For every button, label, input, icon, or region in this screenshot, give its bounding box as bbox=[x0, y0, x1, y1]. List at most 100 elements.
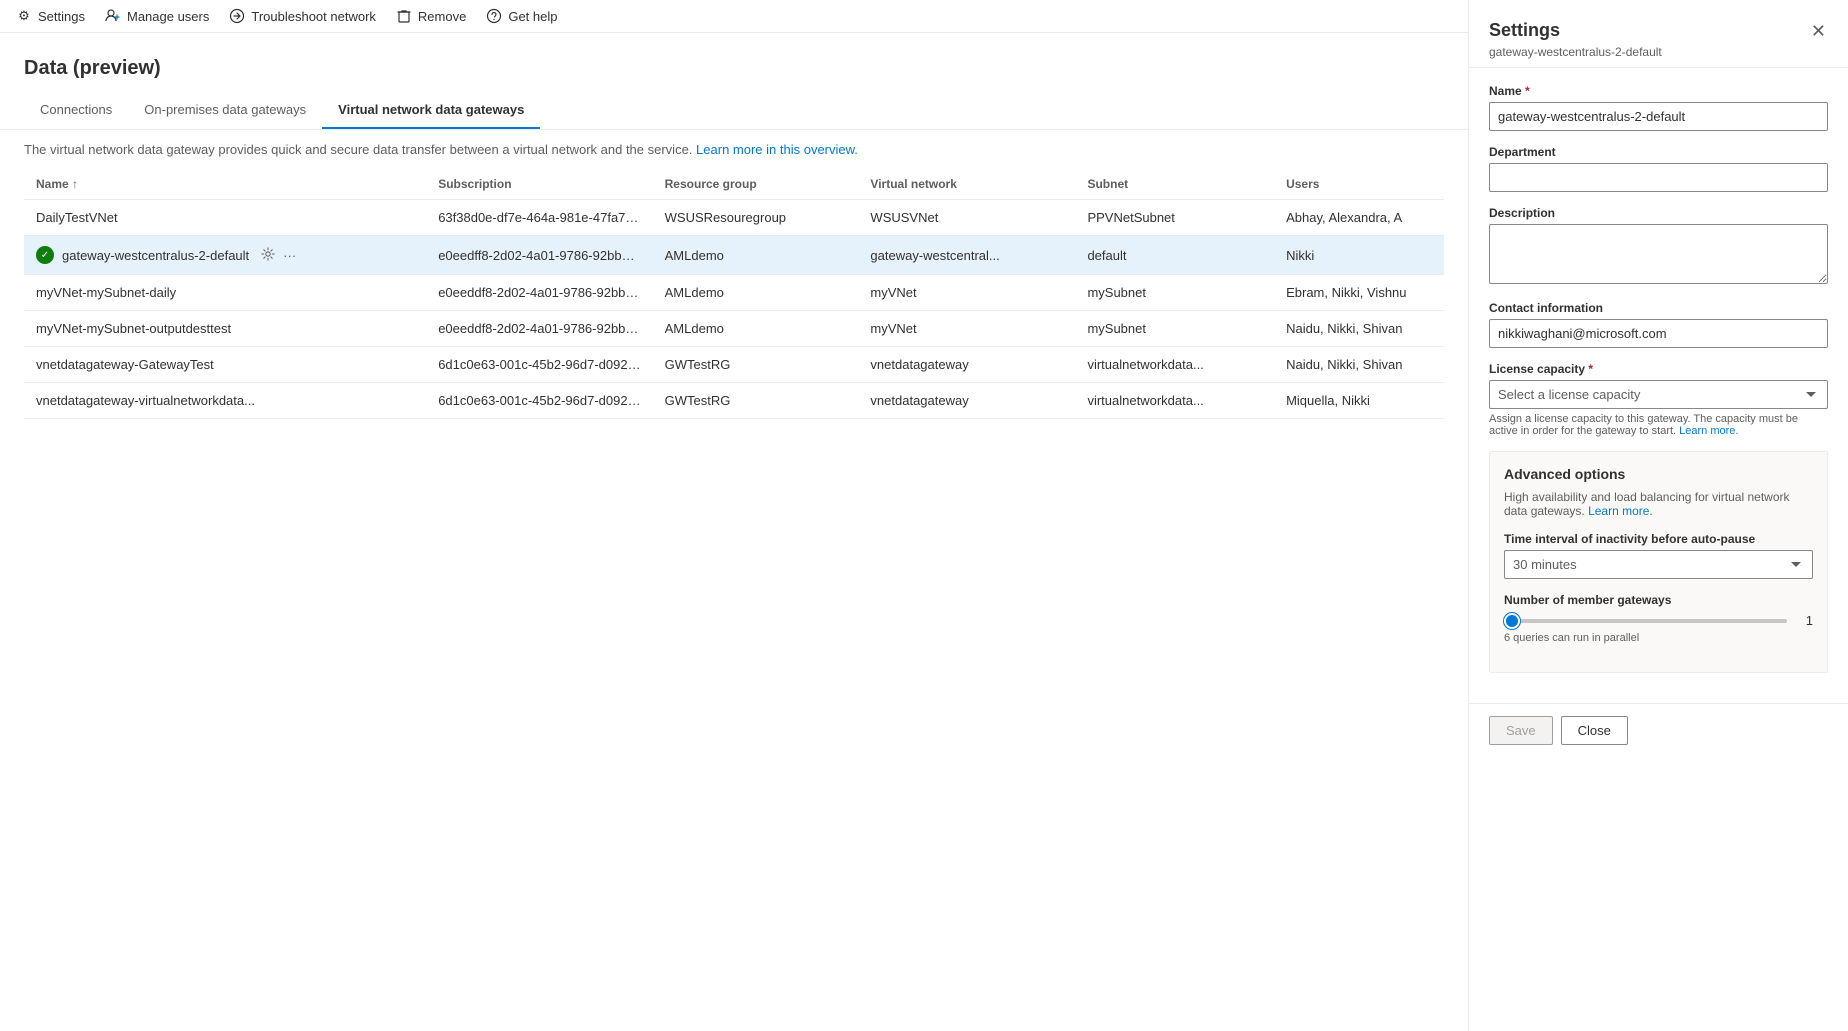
panel-footer: Save Close bbox=[1469, 703, 1848, 757]
name-label: Name * bbox=[1489, 84, 1828, 98]
department-field-group: Department bbox=[1489, 145, 1828, 192]
department-label: Department bbox=[1489, 145, 1828, 159]
table-row[interactable]: DailyTestVNet63f38d0e-df7e-464a-981e-47f… bbox=[24, 200, 1444, 236]
table-row[interactable]: vnetdatagateway-virtualnetworkdata...6d1… bbox=[24, 383, 1444, 419]
col-header-virtual-network: Virtual network bbox=[858, 169, 1075, 200]
slider-value: 1 bbox=[1797, 613, 1813, 628]
active-icon bbox=[36, 246, 54, 264]
contact-input[interactable] bbox=[1489, 319, 1828, 348]
time-interval-label: Time interval of inactivity before auto-… bbox=[1504, 532, 1813, 546]
settings-icon: ⚙ bbox=[16, 8, 32, 24]
advanced-learn-more-link[interactable]: Learn more. bbox=[1588, 504, 1653, 518]
col-header-resource-group: Resource group bbox=[653, 169, 859, 200]
name-input[interactable] bbox=[1489, 102, 1828, 131]
toolbar-manage-users[interactable]: Manage users bbox=[105, 8, 209, 24]
member-gateways-label: Number of member gateways bbox=[1504, 593, 1813, 607]
cell-resource-group: WSUSResouregroup bbox=[653, 200, 859, 236]
cell-subnet: default bbox=[1075, 236, 1274, 275]
cell-users: Naidu, Nikki, Shivan bbox=[1274, 347, 1444, 383]
cell-resource-group: AMLdemo bbox=[653, 275, 859, 311]
toolbar-settings[interactable]: ⚙ Settings bbox=[16, 8, 85, 24]
help-icon bbox=[486, 8, 502, 24]
panel-title: Settings bbox=[1489, 20, 1662, 41]
cell-subscription: 63f38d0e-df7e-464a-981e-47fa78f30861 bbox=[426, 200, 652, 236]
cell-users: Miquella, Nikki bbox=[1274, 383, 1444, 419]
contact-field-group: Contact information bbox=[1489, 301, 1828, 348]
learn-more-link[interactable]: Learn more in this overview. bbox=[696, 142, 858, 157]
toolbar-get-help[interactable]: Get help bbox=[486, 8, 557, 24]
license-field-group: License capacity * Select a license capa… bbox=[1489, 362, 1828, 437]
cell-virtual-network: myVNet bbox=[858, 275, 1075, 311]
col-header-subnet: Subnet bbox=[1075, 169, 1274, 200]
settings-panel: Settings gateway-westcentralus-2-default… bbox=[1468, 0, 1848, 1031]
cell-resource-group: GWTestRG bbox=[653, 383, 859, 419]
row-more-icon[interactable]: ··· bbox=[283, 248, 296, 263]
parallel-hint: 6 queries can run in parallel bbox=[1504, 632, 1813, 644]
cell-users: Abhay, Alexandra, A bbox=[1274, 200, 1444, 236]
cell-name: gateway-westcentralus-2-default··· bbox=[24, 236, 426, 275]
cell-resource-group: GWTestRG bbox=[653, 347, 859, 383]
col-header-name: Name ↑ bbox=[24, 169, 426, 200]
tab-bar: Connections On-premises data gateways Vi… bbox=[0, 92, 1468, 130]
cell-users: Naidu, Nikki, Shivan bbox=[1274, 311, 1444, 347]
col-header-subscription: Subscription bbox=[426, 169, 652, 200]
table-row[interactable]: gateway-westcentralus-2-default···e0eedf… bbox=[24, 236, 1444, 275]
description-textarea[interactable] bbox=[1489, 224, 1828, 284]
cell-virtual-network: vnetdatagateway bbox=[858, 383, 1075, 419]
cell-subscription: 6d1c0e63-001c-45b2-96d7-d092e94c8... bbox=[426, 347, 652, 383]
time-interval-select[interactable]: 10 minutes20 minutes30 minutes60 minutes bbox=[1504, 550, 1813, 579]
troubleshoot-label: Troubleshoot network bbox=[251, 9, 376, 24]
data-table: Name ↑ Subscription Resource group Virtu… bbox=[24, 169, 1444, 419]
toolbar-troubleshoot-network[interactable]: Troubleshoot network bbox=[229, 8, 376, 24]
panel-body: Name * Department Description Contact in… bbox=[1469, 68, 1848, 703]
description-label: Description bbox=[1489, 206, 1828, 220]
cell-name: DailyTestVNet bbox=[24, 200, 426, 236]
cell-subscription: e0eedff8-2d02-4a01-9786-92bb0e0cb... bbox=[426, 236, 652, 275]
data-table-container: Name ↑ Subscription Resource group Virtu… bbox=[0, 169, 1468, 419]
manage-users-icon bbox=[105, 8, 121, 24]
cell-subnet: PPVNetSubnet bbox=[1075, 200, 1274, 236]
toolbar-remove[interactable]: Remove bbox=[396, 8, 466, 24]
cell-subscription: e0eeddf8-2d02-4a01-9786-92bb0e0cb... bbox=[426, 275, 652, 311]
page-description: The virtual network data gateway provide… bbox=[0, 130, 1468, 169]
advanced-options-box: Advanced options High availability and l… bbox=[1489, 451, 1828, 673]
cell-subscription: 6d1c0e63-001c-45b2-96d7-d092e94c8... bbox=[426, 383, 652, 419]
cell-name: vnetdatagateway-virtualnetworkdata... bbox=[24, 383, 426, 419]
close-button[interactable]: Close bbox=[1561, 716, 1628, 745]
table-row[interactable]: vnetdatagateway-GatewayTest6d1c0e63-001c… bbox=[24, 347, 1444, 383]
cell-virtual-network: myVNet bbox=[858, 311, 1075, 347]
table-row[interactable]: myVNet-mySubnet-outputdestteste0eeddf8-2… bbox=[24, 311, 1444, 347]
page-title: Data (preview) bbox=[24, 57, 1444, 80]
table-row[interactable]: myVNet-mySubnet-dailye0eeddf8-2d02-4a01-… bbox=[24, 275, 1444, 311]
cell-users: Ebram, Nikki, Vishnu bbox=[1274, 275, 1444, 311]
tab-connections[interactable]: Connections bbox=[24, 92, 128, 129]
member-gateways-field-group: Number of member gateways 1 6 queries ca… bbox=[1504, 593, 1813, 644]
cell-subnet: mySubnet bbox=[1075, 311, 1274, 347]
cell-subnet: mySubnet bbox=[1075, 275, 1274, 311]
tab-virtual-network[interactable]: Virtual network data gateways bbox=[322, 92, 540, 129]
member-gateways-slider[interactable] bbox=[1504, 619, 1787, 623]
description-field-group: Description bbox=[1489, 206, 1828, 287]
settings-label: Settings bbox=[38, 9, 85, 24]
remove-label: Remove bbox=[418, 9, 466, 24]
license-capacity-select[interactable]: Select a license capacity bbox=[1489, 380, 1828, 409]
panel-subtitle: gateway-westcentralus-2-default bbox=[1489, 45, 1662, 59]
col-header-users: Users bbox=[1274, 169, 1444, 200]
cell-virtual-network: gateway-westcentral... bbox=[858, 236, 1075, 275]
close-panel-button[interactable]: ✕ bbox=[1809, 20, 1828, 42]
contact-label: Contact information bbox=[1489, 301, 1828, 315]
license-learn-more-link[interactable]: Learn more. bbox=[1679, 425, 1738, 437]
license-hint: Assign a license capacity to this gatewa… bbox=[1489, 413, 1828, 437]
row-settings-icon[interactable] bbox=[261, 247, 275, 264]
get-help-label: Get help bbox=[508, 9, 557, 24]
remove-icon bbox=[396, 8, 412, 24]
department-input[interactable] bbox=[1489, 163, 1828, 192]
save-button[interactable]: Save bbox=[1489, 716, 1553, 745]
cell-name: vnetdatagateway-GatewayTest bbox=[24, 347, 426, 383]
cell-name: myVNet-mySubnet-daily bbox=[24, 275, 426, 311]
sort-icon: ↑ bbox=[72, 177, 78, 191]
cell-users: Nikki bbox=[1274, 236, 1444, 275]
cell-resource-group: AMLdemo bbox=[653, 236, 859, 275]
cell-virtual-network: WSUSVNet bbox=[858, 200, 1075, 236]
tab-on-premises[interactable]: On-premises data gateways bbox=[128, 92, 322, 129]
